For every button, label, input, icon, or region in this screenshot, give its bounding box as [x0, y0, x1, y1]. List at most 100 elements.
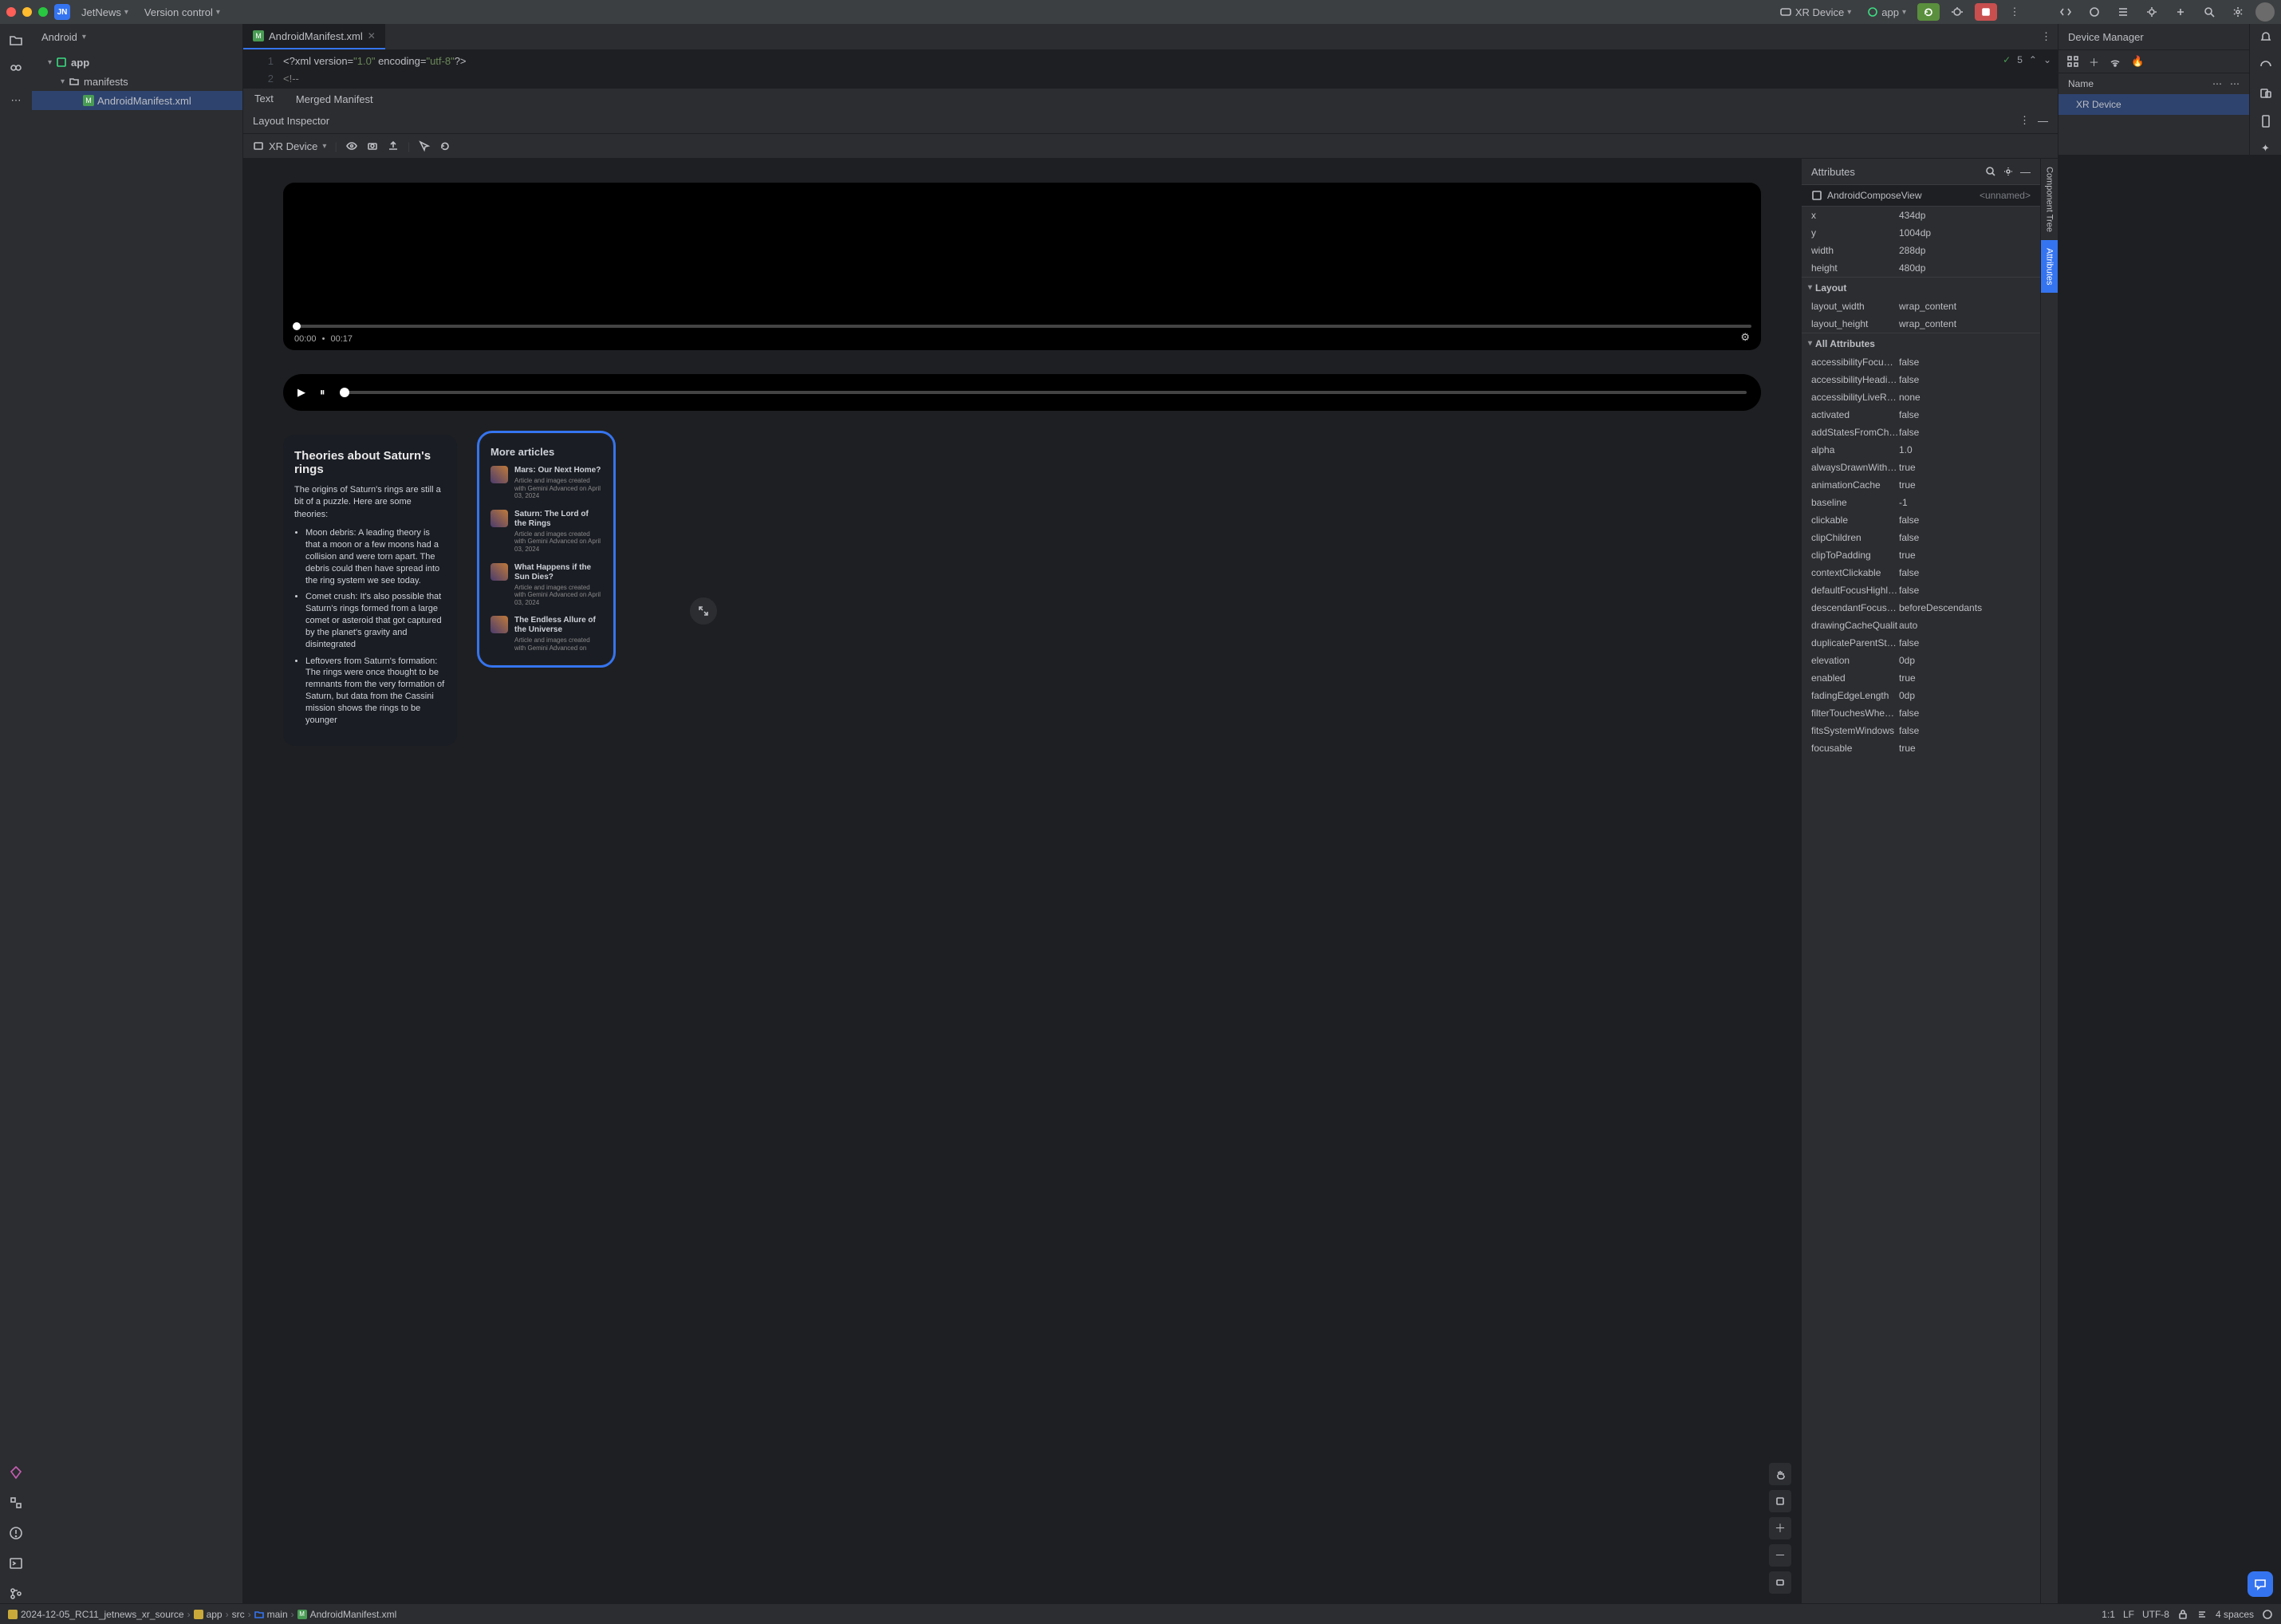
vcs-tool[interactable] — [6, 1584, 26, 1603]
attr-row[interactable]: elevation0dp — [1802, 652, 2040, 669]
crumb-item[interactable]: 2024-12-05_RC11_jetnews_xr_source — [21, 1609, 184, 1620]
snapshot-icon[interactable] — [366, 140, 379, 152]
toolbar-icon-5[interactable] — [2169, 3, 2192, 21]
firebase-icon[interactable]: 🔥 — [2131, 55, 2144, 68]
more-articles-card[interactable]: More articles Mars: Our Next Home? Artic… — [481, 435, 612, 664]
pan-button[interactable] — [1769, 1463, 1791, 1485]
attr-row[interactable]: contextClickablefalse — [1802, 564, 2040, 581]
attr-row[interactable]: fitsSystemWindowsfalse — [1802, 722, 2040, 739]
tree-node-manifests[interactable]: ▾ manifests — [32, 72, 242, 91]
toolbar-icon-4[interactable] — [2141, 3, 2163, 21]
attr-row[interactable]: height480dp — [1802, 259, 2040, 277]
minimize-window[interactable] — [22, 7, 32, 17]
more-tools[interactable]: ⋯ — [6, 91, 26, 110]
attr-row[interactable]: fadingEdgeLength0dp — [1802, 687, 2040, 704]
run-button[interactable] — [1917, 3, 1940, 21]
select-icon[interactable] — [418, 140, 431, 152]
terminal-tool[interactable] — [6, 1554, 26, 1573]
tree-node-app[interactable]: ▾ app — [32, 53, 242, 72]
crumb-item[interactable]: main — [267, 1609, 288, 1620]
expand-fab[interactable] — [690, 597, 717, 625]
device-selector[interactable]: XR Device ▾ — [1775, 4, 1856, 20]
readonly-icon[interactable] — [2177, 1609, 2188, 1620]
settings-button[interactable] — [2227, 3, 2249, 21]
attr-row[interactable]: layout_widthwrap_content — [1802, 298, 2040, 315]
more-item[interactable]: What Happens if the Sun Dies? Article an… — [490, 563, 602, 607]
col-menu[interactable]: ⋯ — [2230, 78, 2240, 89]
more-item[interactable]: Mars: Our Next Home? Article and images … — [490, 466, 602, 500]
export-icon[interactable] — [387, 140, 400, 152]
attributes-list[interactable]: x434dpy1004dpwidth288dpheight480dp ▾ Lay… — [1802, 207, 2040, 1603]
ai-assistant-fab[interactable] — [2248, 1571, 2273, 1597]
attr-row[interactable]: accessibilityFocu…false — [1802, 353, 2040, 371]
toolbar-icon-2[interactable] — [2083, 3, 2106, 21]
attr-row[interactable]: alwaysDrawnWith…true — [1802, 459, 2040, 476]
audio-player[interactable]: ▶ ⏸ — [283, 374, 1761, 411]
col-menu[interactable]: ⋯ — [2212, 78, 2222, 89]
stop-button[interactable] — [1975, 3, 1997, 21]
cursor-position[interactable]: 1:1 — [2102, 1609, 2115, 1620]
gear-icon[interactable] — [2003, 166, 2014, 177]
play-icon[interactable]: ▶ — [297, 386, 305, 399]
tab-menu[interactable]: ⋮ — [2041, 30, 2051, 43]
attr-row[interactable]: drawingCacheQualitauto — [1802, 617, 2040, 634]
search-icon[interactable] — [1985, 166, 1996, 177]
attr-row[interactable]: baseline-1 — [1802, 494, 2040, 511]
attr-row[interactable]: animationCachetrue — [1802, 476, 2040, 494]
toolbar-icon-3[interactable] — [2112, 3, 2134, 21]
attr-row[interactable]: y1004dp — [1802, 224, 2040, 242]
notifications-tool[interactable] — [2259, 30, 2273, 47]
rotate-button[interactable] — [1769, 1490, 1791, 1512]
project-selector[interactable]: JetNews ▾ — [77, 5, 133, 20]
attr-row[interactable]: x434dp — [1802, 207, 2040, 224]
gems-tool[interactable] — [6, 1463, 26, 1482]
build-variants[interactable] — [6, 1493, 26, 1512]
code-status[interactable]: ✓ 5 ⌃ ⌄ — [2003, 54, 2051, 65]
audio-slider[interactable] — [340, 391, 1747, 394]
attr-row[interactable]: activatedfalse — [1802, 406, 2040, 424]
layout-preview[interactable]: 00:00 • 00:17 ⚙ ▶ ⏸ — [243, 159, 1801, 1603]
attr-row[interactable]: width288dp — [1802, 242, 2040, 259]
crumb-item[interactable]: src — [232, 1609, 245, 1620]
close-window[interactable] — [6, 7, 16, 17]
more-item[interactable]: The Endless Allure of the Universe Artic… — [490, 616, 602, 652]
pause-icon[interactable]: ⏸ — [320, 386, 325, 399]
code-editor[interactable]: 1 2 <?xml version="1.0" encoding="utf-8"… — [243, 49, 2058, 88]
breadcrumb[interactable]: 2024-12-05_RC11_jetnews_xr_source › app … — [8, 1609, 396, 1620]
debug-button[interactable] — [1946, 3, 1968, 21]
chevron-down-icon[interactable]: ⌄ — [2043, 54, 2051, 65]
attr-row[interactable]: addStatesFromCh…false — [1802, 424, 2040, 441]
attr-row[interactable]: accessibilityLiveR…none — [1802, 388, 2040, 406]
zoom-out[interactable]: － — [1769, 1544, 1791, 1567]
indent-label[interactable]: 4 spaces — [2216, 1609, 2254, 1620]
process-selector[interactable]: XR Device ▾ — [253, 140, 326, 152]
video-progress-bar[interactable] — [293, 325, 1751, 328]
attr-row[interactable]: focusabletrue — [1802, 739, 2040, 757]
attr-row[interactable]: clickablefalse — [1802, 511, 2040, 529]
zoom-fit[interactable] — [1769, 1571, 1791, 1594]
crumb-item[interactable]: app — [207, 1609, 223, 1620]
attr-section-layout[interactable]: ▾ Layout — [1802, 277, 2040, 298]
search-button[interactable] — [2198, 3, 2220, 21]
attr-row[interactable]: filterTouchesWhe…false — [1802, 704, 2040, 722]
inspector-menu[interactable]: ⋮ — [2019, 114, 2030, 127]
crumb-item[interactable]: AndroidManifest.xml — [310, 1609, 397, 1620]
attr-section-all[interactable]: ▾ All Attributes — [1802, 333, 2040, 353]
maximize-window[interactable] — [38, 7, 48, 17]
indent-icon[interactable] — [2196, 1609, 2208, 1620]
user-avatar[interactable] — [2255, 2, 2275, 22]
add-device[interactable]: ＋ — [2089, 54, 2099, 69]
tree-node-manifest-file[interactable]: M AndroidManifest.xml — [32, 91, 242, 110]
device-manager-tool[interactable] — [2259, 86, 2273, 103]
attr-row[interactable]: alpha1.0 — [1802, 441, 2040, 459]
attr-row[interactable]: descendantFocus…beforeDescendants — [1802, 599, 2040, 617]
filter-icon[interactable] — [2066, 55, 2079, 68]
attr-row[interactable]: layout_heightwrap_content — [1802, 315, 2040, 333]
side-tab-tree[interactable]: Component Tree — [2041, 159, 2058, 240]
gear-icon[interactable]: ⚙ — [1740, 331, 1750, 344]
attr-row[interactable]: clipChildrenfalse — [1802, 529, 2040, 546]
attr-row[interactable]: defaultFocusHighli…false — [1802, 581, 2040, 599]
eye-icon[interactable] — [345, 140, 358, 152]
more-actions[interactable]: ⋮ — [2003, 3, 2026, 21]
side-tab-attrs[interactable]: Attributes — [2041, 240, 2058, 293]
